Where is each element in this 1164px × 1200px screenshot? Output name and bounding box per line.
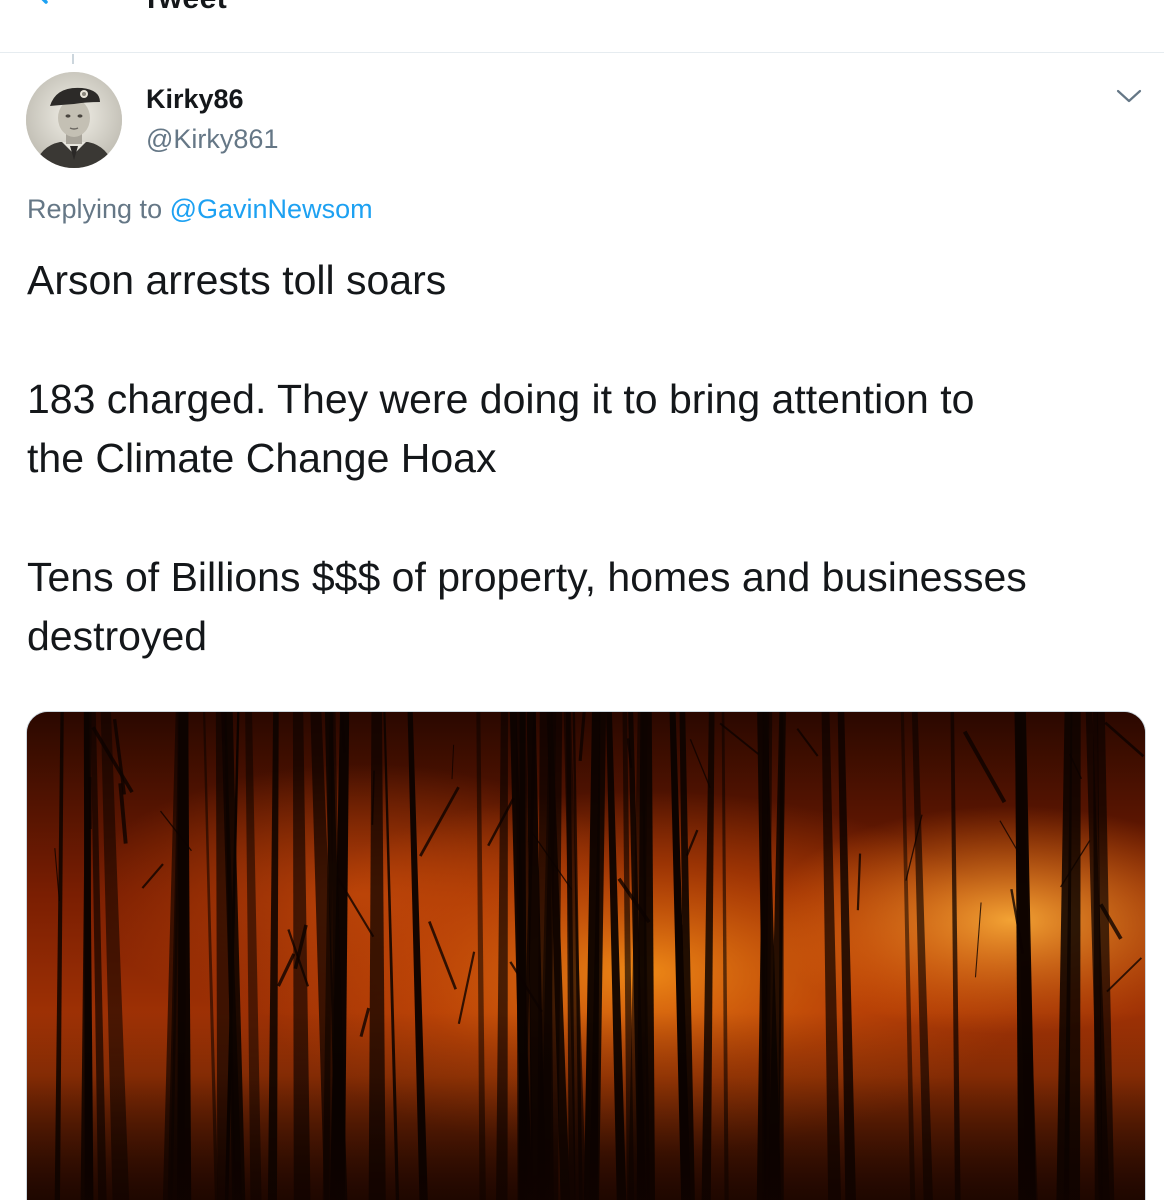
tweet-text-line-2: 183 charged. They were doing it to bring… [27,376,975,481]
back-arrow-icon[interactable] [30,0,66,12]
author-handle[interactable]: @Kirky861 [146,124,278,155]
tweet-media-image[interactable] [26,711,1146,1200]
replying-to-link[interactable]: @GavinNewsom [170,194,373,224]
replying-to-line: Replying to @GavinNewsom [27,194,373,225]
tweet-text-line-3: Tens of Billions $$$ of property, homes … [27,554,1027,659]
chevron-down-icon[interactable] [1114,84,1144,108]
thread-connector [72,54,74,64]
page-title: Tweet [142,0,227,16]
tweet-page: Tweet [0,0,1164,1200]
forest-fire-image [27,712,1145,1200]
branch-silhouette [681,924,684,951]
author-display-name[interactable]: Kirky86 [146,84,244,115]
top-bar: Tweet [0,0,1164,53]
avatar-portrait-image [26,72,122,168]
avatar[interactable] [26,72,122,168]
tweet-text-line-1: Arson arrests toll soars [27,257,447,303]
replying-to-label: Replying to [27,194,163,224]
